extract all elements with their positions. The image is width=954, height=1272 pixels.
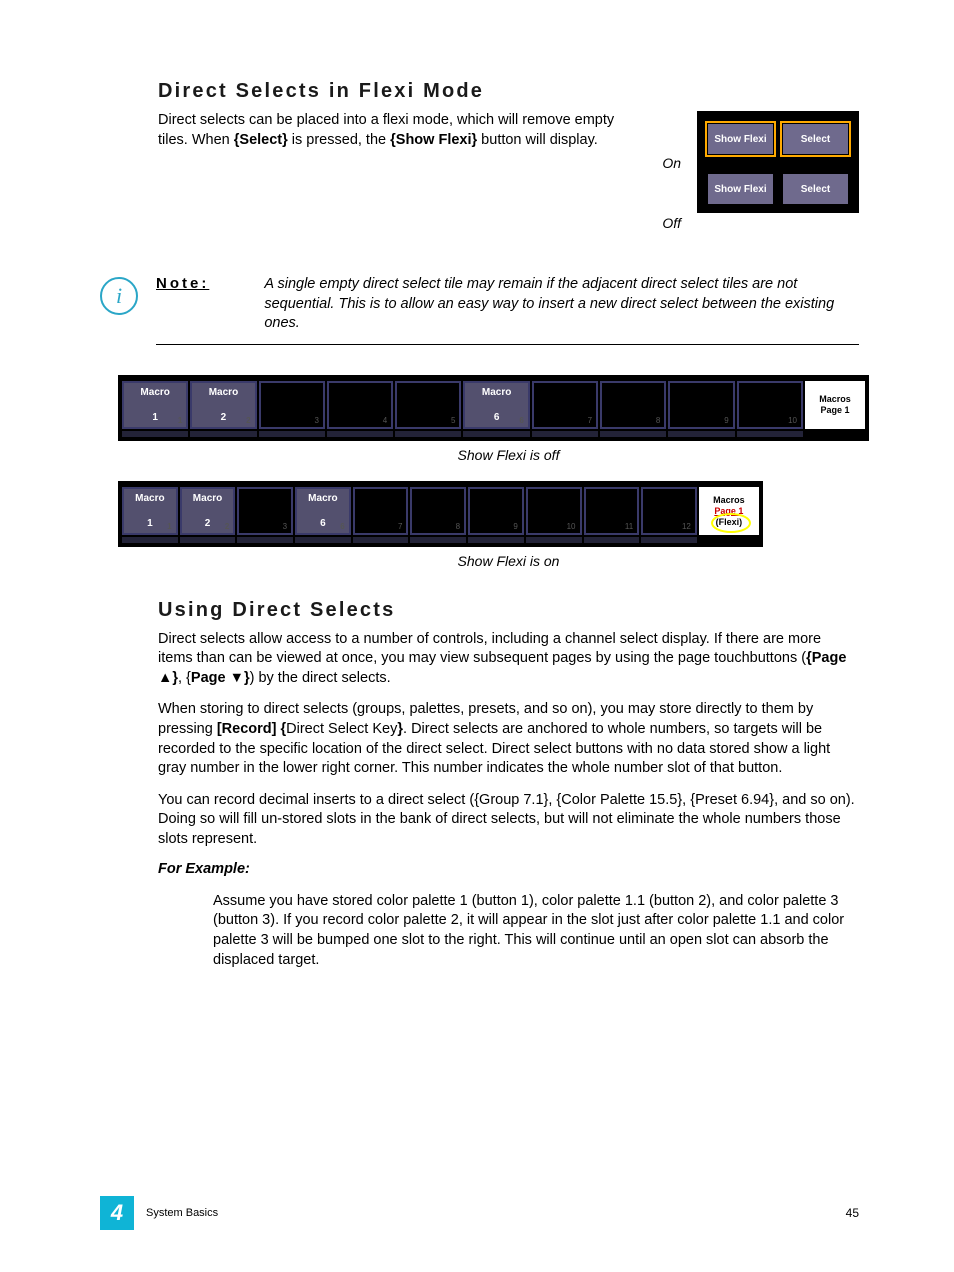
macro-strip-off: Macros Page 1 Macro 1 1 Macro 2 2 3 4 5 Macro 6 6 7 8… [118,375,869,431]
tile-label: Macro [209,387,238,398]
tile-slot-number: 3 [314,416,318,425]
tile-slot-number: 2 [246,416,250,425]
show-flexi-button-on[interactable]: Show Flexi [707,123,774,155]
tile-slot-number: 7 [398,522,402,531]
tile-slot-number: 8 [456,522,460,531]
p2c: Direct Select Key [286,721,397,737]
tile-value: 1 [152,412,158,423]
example-text: Assume you have stored color palette 1 (… [213,892,859,970]
tile-slot-number: 7 [588,416,592,425]
footer-page: 45 [846,1206,859,1220]
note-text: A single empty direct select tile may re… [264,275,859,334]
heading-using-direct-selects: Using Direct Selects [158,599,859,622]
using-p1: Direct selects allow access to a number … [158,630,859,689]
macro-tile[interactable]: 7 [532,381,598,429]
intro-text-3: button will display. [477,132,598,148]
page-down-key: Page ▼} [191,670,250,686]
intro-text-2: is pressed, the [288,132,390,148]
macro-tile[interactable]: Macro 1 1 [122,487,178,535]
show-flexi-button-off[interactable]: Show Flexi [707,173,774,205]
select-button-off[interactable]: Select [782,173,849,205]
info-icon: i [100,277,138,315]
note-block: Note: A single empty direct select tile … [156,275,859,345]
tile-value: 1 [147,518,153,529]
tile-slot-number: 9 [513,522,517,531]
strip-on-title-1: Macros [713,495,745,505]
tile-slot-number: 10 [788,416,797,425]
tile-slot-number: 1 [167,522,171,531]
tile-slot-number: 4 [383,416,387,425]
intro-paragraph: Direct selects can be placed into a flex… [158,111,635,150]
on-label: On [662,155,681,171]
macro-tile[interactable]: 12 [641,487,697,535]
tile-label: Macro [482,387,511,398]
tile-label: Macro [135,493,164,504]
strip-on-title: Macros Page 1 (Flexi) [699,487,759,535]
tile-label: Macro [140,387,169,398]
tile-slot-number: 6 [340,522,344,531]
tile-slot-number: 6 [519,416,523,425]
button-preview-panel: Show Flexi Select Show Flexi Select [697,111,859,213]
macro-tile[interactable]: 4 [327,381,393,429]
macro-tile[interactable]: 9 [668,381,734,429]
using-p3: You can record decimal inserts to a dire… [158,791,859,850]
tile-slot-number: 3 [283,522,287,531]
tile-value: 6 [320,518,326,529]
off-label: Off [662,215,681,231]
tile-value: 6 [494,412,500,423]
caption-on: Show Flexi is on [158,553,859,569]
macro-tile[interactable]: 3 [259,381,325,429]
tile-value: 2 [221,412,227,423]
strip-off-title-2: Page 1 [820,405,849,415]
macro-tile[interactable]: 10 [737,381,803,429]
macro-tile[interactable]: Macro 2 2 [180,487,236,535]
strip-off-title-1: Macros [819,394,851,404]
tile-slot-number: 5 [451,416,455,425]
caption-off: Show Flexi is off [158,447,859,463]
tile-slot-number: 8 [656,416,660,425]
select-key: {Select} [234,132,288,148]
tile-value: 2 [205,518,211,529]
select-button-on[interactable]: Select [782,123,849,155]
tile-slot-number: 2 [225,522,229,531]
macro-tile[interactable]: Macro 1 1 [122,381,188,429]
strip-on-title-3: (Flexi) [716,517,743,527]
tile-label: Macro [193,493,222,504]
macro-tile[interactable]: Macro 2 2 [190,381,256,429]
tile-slot-number: 10 [567,522,576,531]
record-key: [Record] { [217,721,286,737]
tile-slot-number: 1 [178,416,182,425]
show-flexi-key: {Show Flexi} [390,132,477,148]
macro-tile[interactable]: 3 [237,487,293,535]
tile-slot-number: 12 [682,522,691,531]
chapter-badge: 4 [100,1196,134,1230]
note-label: Note: [156,275,209,334]
macro-tile[interactable]: 5 [395,381,461,429]
macro-tile[interactable]: 8 [600,381,666,429]
macro-tile[interactable]: Macro 6 6 [463,381,529,429]
p1e: ) by the direct selects. [250,670,391,686]
p1c: , { [178,670,191,686]
macro-tile[interactable]: 10 [526,487,582,535]
p1a: Direct selects allow access to a number … [158,631,821,667]
footer-title: System Basics [146,1207,218,1219]
macro-tile[interactable]: 7 [353,487,409,535]
macro-tile[interactable]: 11 [584,487,640,535]
macro-tile[interactable]: 8 [410,487,466,535]
example-label: For Example: [158,861,859,877]
tile-slot-number: 9 [724,416,728,425]
tile-slot-number: 11 [625,522,633,531]
using-p2: When storing to direct selects (groups, … [158,700,859,778]
macro-tile[interactable]: Macro 6 6 [295,487,351,535]
strip-off-title: Macros Page 1 [805,381,865,429]
macro-strip-on: Macros Page 1 (Flexi) Macro11Macro223Mac… [118,481,763,537]
heading-flexi-mode: Direct Selects in Flexi Mode [158,80,859,103]
tile-label: Macro [308,493,337,504]
strip-on-title-2: Page 1 [714,506,743,516]
page-footer: 4 System Basics 45 [100,1196,859,1230]
macro-tile[interactable]: 9 [468,487,524,535]
